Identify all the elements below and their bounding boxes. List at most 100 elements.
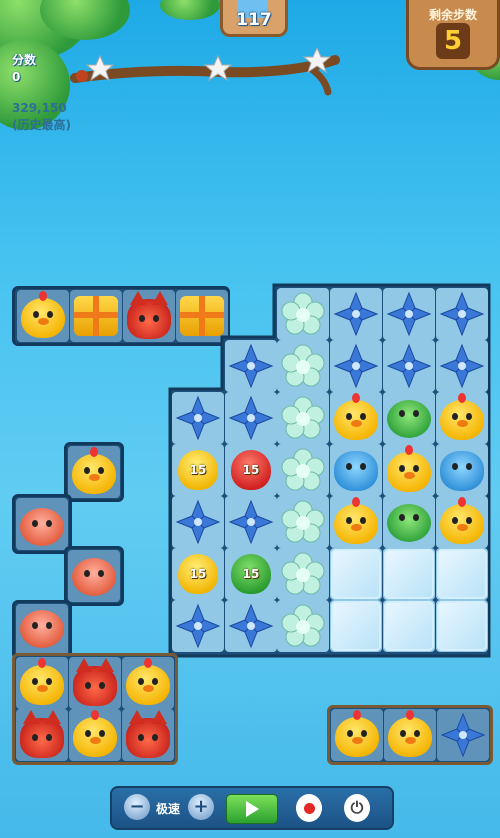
board-cell[interactable] (277, 288, 329, 340)
board-cell[interactable] (384, 709, 436, 761)
board-cell[interactable] (437, 709, 489, 761)
board-cell[interactable] (16, 657, 68, 709)
blue-crystal-piece[interactable] (386, 291, 432, 337)
chick-piece[interactable] (73, 710, 117, 757)
ice-block[interactable] (384, 601, 434, 651)
blue-crystal-piece[interactable] (228, 603, 274, 649)
chick-piece[interactable] (72, 447, 116, 494)
board-cell[interactable] (330, 340, 382, 392)
chick-piece[interactable] (334, 497, 378, 544)
balloon-counter-piece[interactable]: 15 (178, 450, 218, 490)
board-cell[interactable] (16, 604, 68, 656)
blue-crystal-piece[interactable] (228, 343, 274, 389)
board-cell[interactable] (225, 340, 277, 392)
board-cell[interactable] (330, 288, 382, 340)
chick-piece[interactable] (335, 710, 379, 757)
board-cell[interactable] (436, 496, 488, 548)
pufferfish-piece[interactable] (72, 558, 116, 596)
frog-piece[interactable] (387, 504, 431, 542)
board-cell[interactable] (436, 392, 488, 444)
board-cell[interactable] (225, 496, 277, 548)
hippo-piece[interactable] (440, 451, 484, 491)
chick-piece[interactable] (440, 393, 484, 440)
balloon-counter-piece[interactable]: 15 (231, 554, 271, 594)
blue-crystal-piece[interactable] (333, 291, 379, 337)
board-cell[interactable] (277, 444, 329, 496)
ice-block[interactable] (331, 601, 381, 651)
board-cell[interactable] (436, 340, 488, 392)
teal-flower-piece[interactable] (280, 291, 326, 337)
board-cell[interactable] (331, 709, 383, 761)
board-cell[interactable] (330, 392, 382, 444)
blue-crystal-piece[interactable] (439, 291, 485, 337)
blue-crystal-piece[interactable] (175, 499, 221, 545)
blue-crystal-piece[interactable] (228, 395, 274, 441)
board-cell[interactable] (172, 392, 224, 444)
speed-down-button[interactable]: − (124, 794, 150, 820)
board-cell[interactable] (277, 340, 329, 392)
board-cell[interactable] (68, 446, 120, 498)
board-cell[interactable] (383, 288, 435, 340)
blue-crystal-piece[interactable] (386, 343, 432, 389)
blue-crystal-piece[interactable] (440, 712, 486, 758)
board-cell[interactable] (383, 392, 435, 444)
board-cell[interactable] (277, 548, 329, 600)
chick-piece[interactable] (21, 291, 65, 338)
chick-piece[interactable] (334, 393, 378, 440)
ice-block[interactable] (384, 549, 434, 599)
board-cell[interactable] (69, 709, 121, 761)
teal-flower-piece[interactable] (280, 395, 326, 441)
board-cell[interactable] (330, 496, 382, 548)
pufferfish-piece[interactable] (20, 610, 64, 648)
fox-piece[interactable] (127, 291, 171, 339)
teal-flower-piece[interactable] (280, 551, 326, 597)
balloon-counter-piece[interactable]: 15 (178, 554, 218, 594)
board-cell[interactable] (68, 550, 120, 602)
chick-piece[interactable] (126, 658, 170, 705)
board-cell[interactable] (436, 444, 488, 496)
board-cell[interactable] (330, 444, 382, 496)
board-cell[interactable]: 15 (225, 548, 277, 600)
board-cell[interactable] (383, 496, 435, 548)
board-cell[interactable] (330, 600, 382, 652)
teal-flower-piece[interactable] (280, 447, 326, 493)
speed-up-button[interactable]: + (188, 794, 214, 820)
board-cell[interactable] (383, 444, 435, 496)
board-cell[interactable] (436, 600, 488, 652)
ice-block[interactable] (437, 549, 487, 599)
blue-crystal-piece[interactable] (228, 499, 274, 545)
chick-piece[interactable] (387, 445, 431, 492)
board-cell[interactable] (277, 392, 329, 444)
board-cell[interactable] (330, 548, 382, 600)
blue-crystal-piece[interactable] (439, 343, 485, 389)
board-cell[interactable] (172, 600, 224, 652)
gift-box-piece[interactable] (74, 296, 118, 336)
board-cell[interactable] (383, 340, 435, 392)
board-cell[interactable] (436, 288, 488, 340)
board-cell[interactable] (277, 600, 329, 652)
balloon-counter-piece[interactable]: 15 (231, 450, 271, 490)
blue-crystal-piece[interactable] (175, 603, 221, 649)
board-cell[interactable] (225, 600, 277, 652)
fox-piece[interactable] (73, 658, 117, 706)
power-button[interactable]: ⏻ (344, 794, 370, 822)
board-cell[interactable] (383, 600, 435, 652)
board-cell[interactable] (69, 657, 121, 709)
board-cell[interactable]: 15 (225, 444, 277, 496)
fox-piece[interactable] (20, 710, 64, 758)
board-cell[interactable] (225, 392, 277, 444)
frog-piece[interactable] (387, 400, 431, 438)
board-cell[interactable] (123, 290, 175, 342)
board-cell[interactable]: 15 (172, 444, 224, 496)
fox-piece[interactable] (126, 710, 170, 758)
play-button[interactable] (226, 794, 278, 824)
chick-piece[interactable] (440, 497, 484, 544)
ice-block[interactable] (331, 549, 381, 599)
pufferfish-piece[interactable] (20, 508, 64, 546)
chick-piece[interactable] (388, 710, 432, 757)
blue-crystal-piece[interactable] (175, 395, 221, 441)
chick-piece[interactable] (20, 658, 64, 705)
board-cell[interactable] (16, 709, 68, 761)
board-cell[interactable] (17, 290, 69, 342)
board-cell[interactable] (383, 548, 435, 600)
